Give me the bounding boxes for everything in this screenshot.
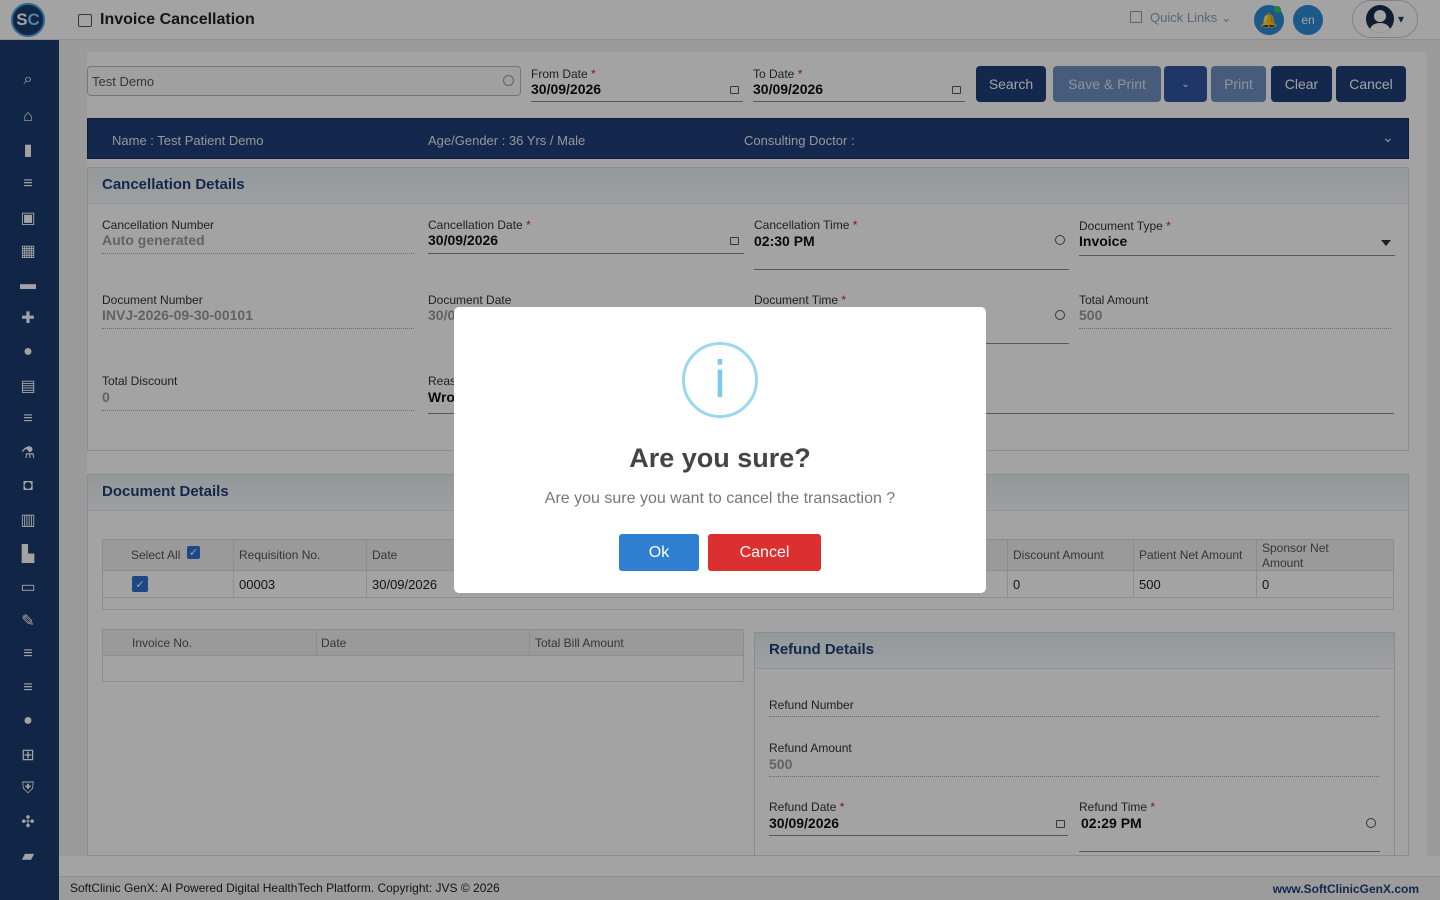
dialog-cancel-button[interactable]: Cancel	[708, 534, 821, 571]
dialog-title: Are you sure?	[629, 443, 811, 473]
info-icon: i	[682, 342, 758, 418]
confirm-dialog: i Are you sure? Are you sure you want to…	[454, 307, 986, 593]
ok-button[interactable]: Ok	[619, 534, 699, 571]
dialog-message: Are you sure you want to cancel the tran…	[544, 490, 896, 507]
